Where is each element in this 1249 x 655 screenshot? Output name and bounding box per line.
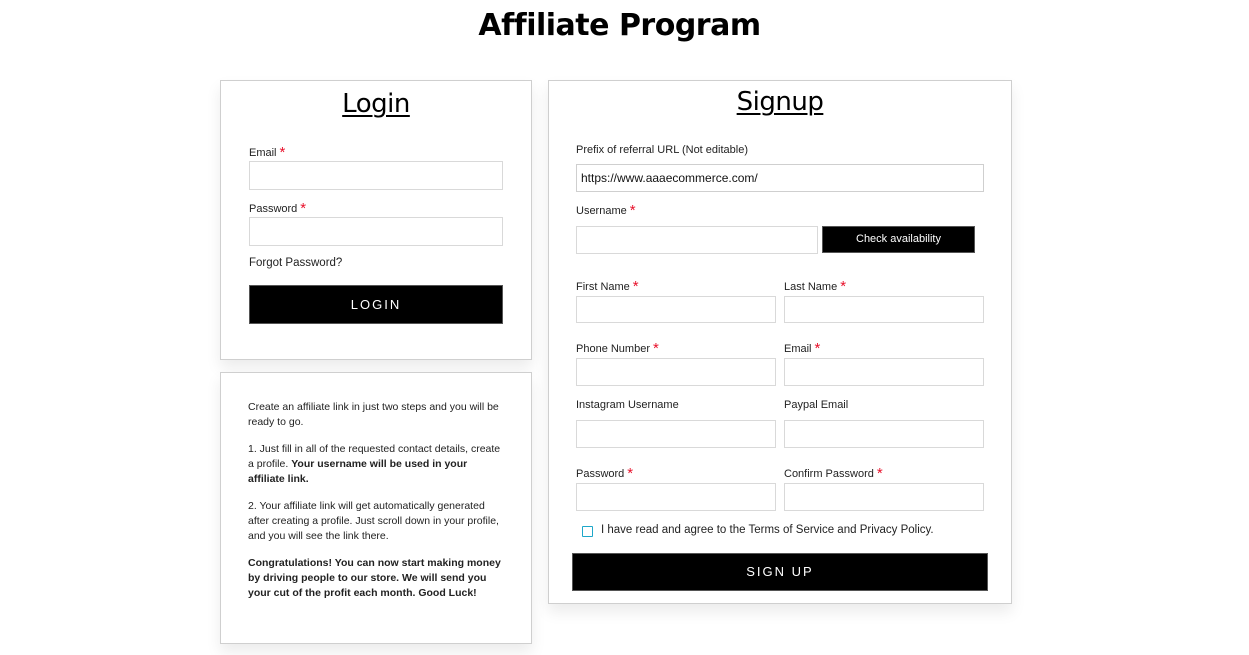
confirm-password-label: Confirm Password * [784,465,883,482]
required-asterisk: * [279,144,286,161]
signup-password-label: Password * [576,465,634,482]
paypal-label: Paypal Email [784,399,849,411]
last-name-input[interactable] [784,296,984,323]
signup-password-input[interactable] [576,483,776,511]
forgot-password-link[interactable]: Forgot Password? [249,257,342,269]
required-asterisk: * [627,465,634,482]
required-asterisk: * [300,200,307,217]
referral-prefix-input [576,164,984,192]
info-step-2: 2. Your affiliate link will get automati… [248,500,499,542]
info-card: Create an affiliate link in just two ste… [220,372,532,644]
login-card: Login Email * Password * Forgot Password? … [220,80,532,360]
required-asterisk: * [629,202,636,219]
terms-checkbox[interactable] [582,526,593,537]
signup-email-label: Email * [784,340,821,357]
signup-title: Signup [736,87,824,117]
phone-label: Phone Number * [576,340,659,357]
check-availability-button[interactable]: Check availability [822,226,975,253]
signup-email-input[interactable] [784,358,984,386]
signup-button[interactable]: SIGN UP [572,553,988,591]
confirm-password-input[interactable] [784,483,984,511]
login-button[interactable]: LOGIN [249,285,503,324]
info-congrats: Congratulations! You can now start makin… [248,557,501,599]
required-asterisk: * [653,340,659,357]
last-name-label: Last Name * [784,278,847,295]
login-email-label: Email * [249,144,286,161]
terms-text: I have read and agree to the Terms of Se… [601,524,934,536]
instagram-input[interactable] [576,420,776,448]
signup-card: Signup Prefix of referral URL (Not edita… [548,80,1012,604]
first-name-input[interactable] [576,296,776,323]
terms-link[interactable]: Terms of Service and Privacy Policy. [748,524,933,536]
info-intro: Create an affiliate link in just two ste… [248,401,499,428]
paypal-email-input[interactable] [784,420,984,448]
required-asterisk: * [840,278,847,295]
username-input[interactable] [576,226,818,254]
phone-input[interactable] [576,358,776,386]
info-text: Create an affiliate link in just two ste… [248,400,506,613]
first-name-label: First Name * [576,278,639,295]
page-title: Affiliate Program [478,8,761,43]
login-password-input[interactable] [249,217,503,246]
required-asterisk: * [632,278,639,295]
prefix-label: Prefix of referral URL (Not editable) [576,144,748,156]
instagram-label: Instagram Username [576,399,679,411]
login-password-label: Password * [249,200,307,217]
required-asterisk: * [876,465,883,482]
username-label: Username * [576,202,636,219]
login-title: Login [342,89,410,119]
info-step-1: 1. Just fill in all of the requested con… [248,443,501,485]
required-asterisk: * [814,340,821,357]
login-email-input[interactable] [249,161,503,190]
